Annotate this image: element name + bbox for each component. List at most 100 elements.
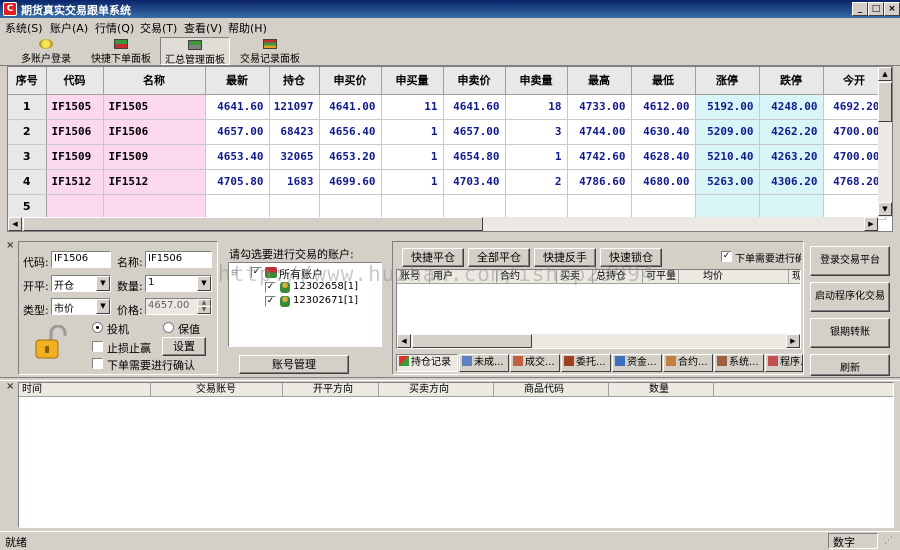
position-confirm-checkbox[interactable]: ✓	[721, 251, 732, 262]
quote-row[interactable]: 5	[8, 194, 886, 220]
minimize-button[interactable]: _	[852, 2, 868, 16]
tab-orders[interactable]: 委托...	[561, 354, 611, 372]
col-header[interactable]: 代码	[46, 67, 104, 95]
col-header[interactable]: 最高	[567, 67, 632, 95]
col-header[interactable]: 账号	[397, 270, 430, 284]
tab-program[interactable]: 程序...	[765, 354, 803, 372]
col-header[interactable]: 总持仓	[593, 270, 643, 284]
col-header[interactable]: 申买量	[381, 67, 444, 95]
quote-row[interactable]: 3 IF1509 IF1509 4653.40 32065 4653.20 1 4654.80…	[8, 144, 886, 170]
col-header[interactable]: 最低	[631, 67, 696, 95]
quote-grid[interactable]: 序号 代码 名称 最新 持仓 申买价 申买量 申卖价 申卖量 最高 最低 涨停 …	[7, 66, 893, 232]
scroll-thumb[interactable]	[412, 334, 532, 348]
quick-lock-button[interactable]: 快速锁仓	[600, 248, 662, 267]
col-header[interactable]: 现	[789, 270, 800, 284]
quick-close-button[interactable]: 快捷平仓	[402, 248, 464, 267]
col-header[interactable]: 申买价	[319, 67, 382, 95]
close-all-button[interactable]: 全部平仓	[468, 248, 530, 267]
col-header[interactable]: 买卖	[557, 270, 593, 284]
positions-table[interactable]: 账号 用户 合约 买卖 总持仓 可平量 均价 现 ◀ ▶	[396, 269, 801, 349]
all-accounts-checkbox[interactable]: ✓	[251, 267, 262, 278]
col-header[interactable]: 最新	[205, 67, 270, 95]
qty-select[interactable]: 1 ▼	[145, 275, 212, 292]
account-manage-button[interactable]: 账号管理	[239, 355, 349, 374]
col-header[interactable]: 合约	[497, 270, 557, 284]
col-header[interactable]: 跌停	[759, 67, 824, 95]
col-header[interactable]: 申卖量	[505, 67, 568, 95]
quote-row[interactable]: 1 IF1505 IF1505 4641.60 121097 4641.00 11 4641.…	[8, 94, 886, 120]
start-auto-trading-button[interactable]: 启动程序化交易	[810, 282, 890, 312]
tab-system[interactable]: 系统...	[714, 354, 764, 372]
col-header[interactable]: 数量	[609, 383, 714, 397]
col-header[interactable]: 今开	[823, 67, 886, 95]
col-header[interactable]: 可平量	[643, 270, 679, 284]
summary-panel-button[interactable]: 汇总管理面板	[160, 37, 230, 66]
chevron-down-icon[interactable]: ▼	[96, 299, 110, 314]
splitter[interactable]	[0, 377, 900, 381]
settings-button[interactable]: 设置	[162, 337, 206, 356]
menu-trade[interactable]: 交易(T)	[140, 20, 177, 36]
refresh-button[interactable]: 刷新	[810, 354, 890, 376]
chevron-down-icon[interactable]: ▼	[197, 276, 211, 291]
scroll-right-icon[interactable]: ▶	[786, 334, 800, 348]
menu-quote[interactable]: 行情(Q)	[95, 20, 134, 36]
scroll-left-icon[interactable]: ◀	[8, 217, 22, 231]
price-input[interactable]: 4657.00 ▲ ▼	[145, 298, 212, 315]
code-input[interactable]: IF1506	[51, 251, 111, 268]
tab-positions[interactable]: 持仓记录	[396, 354, 458, 372]
quick-order-panel-button[interactable]: 快捷下单面板	[86, 37, 156, 65]
quote-vertical-scrollbar[interactable]: ▲ ▼	[878, 67, 892, 217]
col-header[interactable]: 持仓	[269, 67, 320, 95]
log-table[interactable]: 时间 交易账号 开平方向 买卖方向 商品代码 数量	[18, 382, 894, 528]
scroll-thumb[interactable]	[23, 217, 483, 231]
col-header[interactable]: 均价	[679, 270, 789, 284]
scroll-down-icon[interactable]: ▼	[878, 202, 892, 216]
quote-row[interactable]: 2 IF1506 IF1506 4657.00 68423 4656.40 1 4657.00…	[8, 119, 886, 145]
quick-reverse-button[interactable]: 快捷反手	[534, 248, 596, 267]
tab-filled[interactable]: 成交...	[510, 354, 560, 372]
account-checkbox[interactable]: ✓	[265, 282, 276, 293]
positions-horizontal-scrollbar[interactable]: ◀ ▶	[397, 334, 800, 348]
unlock-icon[interactable]	[34, 324, 68, 361]
bank-transfer-button[interactable]: 银期转账	[810, 318, 890, 348]
col-header[interactable]: 商品代码	[494, 383, 609, 397]
resize-grip-icon[interactable]: ⋰	[884, 536, 893, 546]
name-input[interactable]: IF1506	[145, 251, 212, 268]
order-confirm-checkbox[interactable]	[92, 358, 103, 369]
col-header[interactable]: 名称	[103, 67, 206, 95]
col-header[interactable]: 申卖价	[443, 67, 506, 95]
col-header[interactable]: 开平方向	[283, 383, 379, 397]
stoploss-checkbox[interactable]	[92, 341, 103, 352]
close-panel-icon[interactable]: ×	[6, 381, 14, 392]
type-select[interactable]: 市价 ▼	[51, 298, 111, 315]
spin-down-icon[interactable]: ▼	[197, 306, 211, 314]
col-header[interactable]: 买卖方向	[379, 383, 494, 397]
close-panel-icon[interactable]: ×	[6, 240, 14, 251]
menu-system[interactable]: 系统(S)	[5, 20, 43, 36]
hedge-radio[interactable]	[163, 322, 174, 333]
maximize-button[interactable]: □	[868, 2, 884, 16]
tab-funds[interactable]: 资金...	[612, 354, 662, 372]
chevron-down-icon[interactable]: ▼	[96, 276, 110, 291]
speculate-radio[interactable]	[92, 322, 103, 333]
scroll-right-icon[interactable]: ▶	[864, 217, 878, 231]
tab-contracts[interactable]: 合约...	[663, 354, 713, 372]
col-header[interactable]: 序号	[8, 67, 47, 95]
menu-view[interactable]: 查看(V)	[184, 20, 222, 36]
menu-account[interactable]: 账户(A)	[50, 20, 88, 36]
quote-horizontal-scrollbar[interactable]: ◀ ▶	[8, 217, 878, 231]
trade-record-panel-button[interactable]: 交易记录面板	[234, 37, 306, 65]
login-platform-button[interactable]: 登录交易平台	[810, 246, 890, 276]
accounts-tree[interactable]: ⊟ ✓ 所有账户 ✓ 12302658[1] ✓ 12302671[1]	[228, 262, 382, 347]
col-header[interactable]: 用户	[430, 270, 497, 284]
col-header[interactable]: 交易账号	[151, 383, 283, 397]
multi-account-login-button[interactable]: 多账户登录	[14, 37, 78, 65]
tab-unfilled[interactable]: 未成...	[459, 354, 509, 372]
scroll-left-icon[interactable]: ◀	[397, 334, 411, 348]
col-header[interactable]: 时间	[19, 383, 151, 397]
scroll-thumb[interactable]	[878, 82, 892, 122]
scroll-up-icon[interactable]: ▲	[878, 67, 892, 81]
close-button[interactable]: ×	[884, 2, 900, 16]
tree-collapse-icon[interactable]: ⊟	[231, 268, 238, 277]
menu-help[interactable]: 帮助(H)	[228, 20, 267, 36]
